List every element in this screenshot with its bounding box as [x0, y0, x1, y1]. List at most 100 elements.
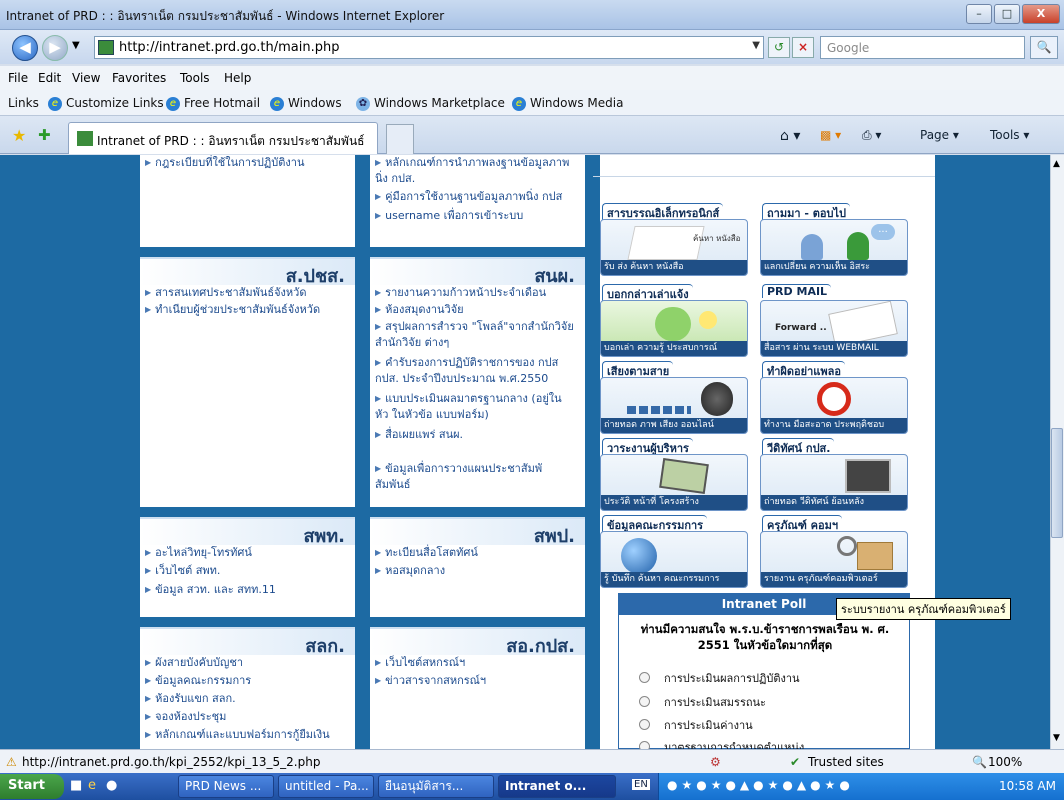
- tile-committee[interactable]: รู้ บันทึก ค้นหา คณะกรรมการ: [600, 531, 748, 588]
- tile-executive[interactable]: ประวัติ หน้าที่ โครงสร้าง: [600, 454, 748, 511]
- add-favorite-icon[interactable]: ✚: [38, 126, 51, 144]
- link-guest-room[interactable]: ห้องรับแขก สลก.: [145, 691, 236, 706]
- poll-option[interactable]: การประเมินค่างาน: [639, 716, 753, 734]
- minimize-button[interactable]: –: [966, 4, 992, 24]
- task-document[interactable]: ยืนอนุมัติสาร...: [378, 775, 494, 798]
- menu-help[interactable]: Help: [224, 71, 251, 85]
- radio-button[interactable]: [639, 672, 650, 683]
- tile-anti-corruption[interactable]: ทำงาน มือสะอาด ประพฤติชอบ: [760, 377, 908, 434]
- language-indicator[interactable]: EN: [632, 779, 650, 790]
- tile-video[interactable]: ถ่ายทอด วีดิทัศน์ ย้อนหลัง: [760, 454, 908, 511]
- page-viewport: กฎระเบียบที่ใช้ในการปฏิบัติงาน หลักเกณฑ์…: [0, 155, 1050, 749]
- link-loan-forms[interactable]: หลักเกณฑ์และแบบฟอร์มการกู้ยืมเงิน: [145, 727, 330, 742]
- zoom-level[interactable]: 100%: [988, 755, 1022, 769]
- link-photo-manual[interactable]: คู่มือการใช้งานฐานข้อมูลภาพนิ่ง กปส: [375, 189, 562, 204]
- link-free-hotmail[interactable]: e Free Hotmail: [166, 96, 260, 111]
- close-button[interactable]: X: [1022, 4, 1060, 24]
- link-committee-info[interactable]: ข้อมูลคณะกรรมการ: [145, 673, 251, 688]
- poll-option[interactable]: การประเมินผลการปฏิบัติงาน: [639, 669, 800, 687]
- scrollbar-thumb[interactable]: [1051, 428, 1063, 538]
- search-input[interactable]: Google: [820, 36, 1025, 59]
- quicklaunch-icon[interactable]: ■: [70, 778, 82, 793]
- taskbar: Start ■ e ● PRD News ... untitled - Pa..…: [0, 773, 1064, 800]
- link-coop-website[interactable]: เว็บไซต์สหกรณ์ฯ: [375, 655, 465, 670]
- link-evaluation-form[interactable]: แบบประเมินผลมาตรฐานกลาง (อยู่ในหัว ในหัว…: [375, 391, 575, 423]
- forward-button[interactable]: ▶: [42, 35, 68, 61]
- link-performance-agreement[interactable]: คำรับรองการปฏิบัติราชการของ กปส กปส. ประ…: [375, 355, 575, 387]
- tile-share[interactable]: บอกเล่า ความรู้ ประสบการณ์: [600, 300, 748, 357]
- tile-prd-mail[interactable]: Forward .. สื่อสาร ผ่าน ระบบ WEBMAIL: [760, 300, 908, 357]
- tile-e-doc[interactable]: ค้นหา หนังสือ รับ ส่ง ค้นหา หนังสือ: [600, 219, 748, 276]
- link-regulations[interactable]: กฎระเบียบที่ใช้ในการปฏิบัติงาน: [145, 155, 304, 170]
- tools-menu[interactable]: Tools ▾: [990, 128, 1029, 142]
- link-label: Windows Marketplace: [374, 96, 505, 110]
- link-sawt-website[interactable]: เว็บไซต์ สพท.: [145, 563, 220, 578]
- recent-pages-dropdown[interactable]: ▼: [72, 40, 80, 51]
- search-icon[interactable]: 🔍: [1030, 36, 1058, 59]
- link-coop-news[interactable]: ข่าวสารจากสหกรณ์ฯ: [375, 673, 486, 688]
- link-book-meeting-room[interactable]: จองห้องประชุม: [145, 709, 226, 724]
- back-button[interactable]: ◀: [12, 35, 38, 61]
- link-research-library[interactable]: ห้องสมุดงานวิจัย: [375, 302, 463, 317]
- menu-bar: File Edit View Favorites Tools Help: [0, 66, 1064, 90]
- url-dropdown-icon[interactable]: ▼: [752, 40, 760, 51]
- link-customize-links[interactable]: e Customize Links: [48, 96, 164, 111]
- link-av-registry[interactable]: ทะเบียนสื่อโสตทัศน์: [375, 545, 478, 560]
- url-field[interactable]: http://intranet.prd.go.th/main.php ▼: [94, 36, 764, 59]
- menu-file[interactable]: File: [8, 71, 28, 85]
- refresh-button[interactable]: ↺: [768, 37, 790, 58]
- scroll-down-icon[interactable]: ▼: [1053, 733, 1060, 743]
- page-menu[interactable]: Page ▾: [920, 128, 959, 142]
- menu-edit[interactable]: Edit: [38, 71, 61, 85]
- poll-option[interactable]: การประเมินสมรรถนะ: [639, 693, 766, 711]
- tab-intranet-prd[interactable]: Intranet of PRD : : อินทราเน็ต กรมประชาส…: [68, 122, 378, 154]
- link-central-library[interactable]: หอสมุดกลาง: [375, 563, 445, 578]
- tile-audio[interactable]: ถ่ายทอด ภาพ เสียง ออนไลน์: [600, 377, 748, 434]
- task-prd-news[interactable]: PRD News ...: [178, 775, 274, 798]
- link-poll-summary[interactable]: สรุปผลการสำรวจ "โพลล์"จากสำนักวิจัย สำนั…: [375, 319, 575, 351]
- link-photo-rules[interactable]: หลักเกณฑ์การนำภาพลงฐานข้อมูลภาพนิ่ง กปส.: [375, 155, 575, 187]
- quicklaunch-icon[interactable]: ●: [106, 778, 117, 793]
- poll-option[interactable]: มาตรฐานการกำหนดตำแหน่ง: [639, 738, 804, 749]
- right-top-box: [593, 155, 935, 177]
- tile-caption: ถ่ายทอด ภาพ เสียง ออนไลน์: [601, 418, 747, 433]
- home-icon[interactable]: ⌂ ▾: [780, 128, 800, 144]
- maximize-button[interactable]: □: [994, 4, 1020, 24]
- scroll-up-icon[interactable]: ▲: [1053, 159, 1060, 169]
- link-monthly-progress[interactable]: รายงานความก้าวหน้าประจำเดือน: [375, 285, 546, 300]
- print-icon[interactable]: ⎙ ▾: [862, 128, 881, 143]
- poll-option-label: การประเมินสมรรถนะ: [664, 696, 766, 709]
- radio-button[interactable]: [639, 741, 650, 749]
- menu-favorites[interactable]: Favorites: [112, 71, 166, 85]
- new-tab-button[interactable]: [386, 124, 414, 154]
- link-station-info[interactable]: ข้อมูล สวท. และ สทท.11: [145, 582, 276, 597]
- magnifier-icon: [837, 536, 857, 556]
- tile-qa[interactable]: ... แลกเปลี่ยน ความเห็น อิสระ: [760, 219, 908, 276]
- link-org-chart[interactable]: ผังสายบังคับบัญชา: [145, 655, 243, 670]
- menu-tools[interactable]: Tools: [180, 71, 210, 85]
- tile-computer-assets[interactable]: รายงาน ครุภัณฑ์คอมพิวเตอร์: [760, 531, 908, 588]
- link-windows[interactable]: e Windows: [270, 96, 342, 111]
- task-intranet[interactable]: Intranet o...: [498, 775, 616, 798]
- favorites-star-icon[interactable]: ★: [12, 126, 26, 145]
- link-windows-media[interactable]: e Windows Media: [512, 96, 623, 111]
- radio-button[interactable]: [639, 696, 650, 707]
- links-bar: Links e Customize Links e Free Hotmail e Wi…: [0, 90, 1064, 116]
- stop-button[interactable]: ×: [792, 37, 814, 58]
- link-province-info[interactable]: สารสนเทศประชาสัมพันธ์จังหวัด: [145, 285, 306, 300]
- start-button[interactable]: Start: [0, 774, 64, 799]
- ie-icon: e: [512, 96, 526, 111]
- menu-view[interactable]: View: [72, 71, 100, 85]
- link-assistant-directory[interactable]: ทำเนียบผู้ช่วยประชาสัมพันธ์จังหวัด: [145, 302, 320, 317]
- tray-icons[interactable]: ●★●★●▲●★●▲●★●: [667, 778, 854, 792]
- radio-button[interactable]: [639, 719, 650, 730]
- link-snp-media[interactable]: สื่อเผยแพร่ สนผ.: [375, 427, 463, 442]
- link-pr-planning-data[interactable]: ข้อมูลเพื่อการวางแผนประชาสัมพั สัมพันธ์: [375, 461, 575, 493]
- feeds-icon[interactable]: ▩ ▾: [820, 128, 841, 142]
- ie-icon[interactable]: e: [88, 778, 96, 793]
- link-username[interactable]: username เพื่อการเข้าระบบ: [375, 208, 523, 223]
- link-radio-tv-parts[interactable]: อะไหล่วิทยุ-โทรทัศน์: [145, 545, 252, 560]
- section-header-sawt: สพท.: [140, 517, 355, 547]
- task-untitled-paint[interactable]: untitled - Pa...: [278, 775, 374, 798]
- link-windows-marketplace[interactable]: ✿ Windows Marketplace: [356, 96, 505, 111]
